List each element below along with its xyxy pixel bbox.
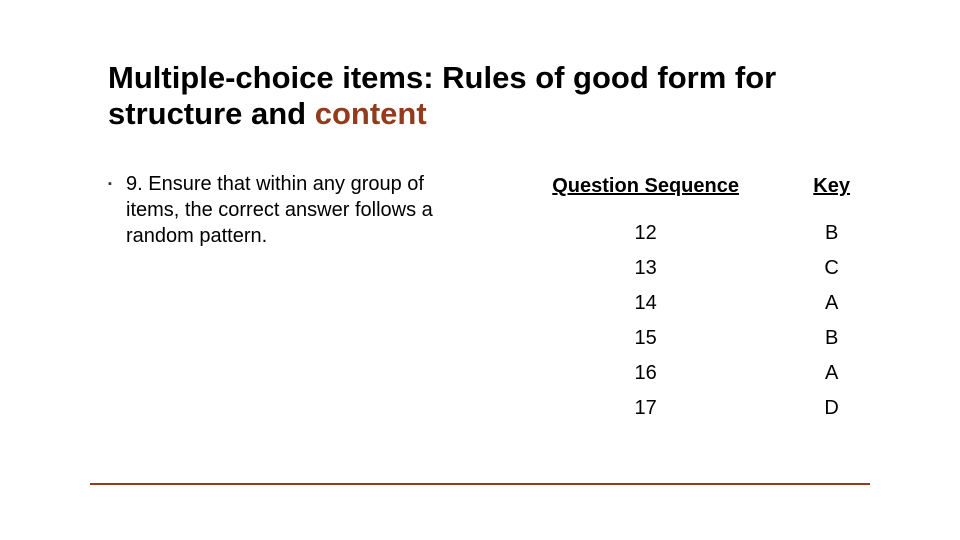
cell-q: 13 [498, 251, 793, 286]
bullet-text: 9. Ensure that within any group of items… [126, 171, 478, 249]
cell-k: B [793, 216, 870, 251]
right-column: Question Sequence Key 12 B 13 C 14 [498, 171, 870, 426]
cell-k: C [793, 251, 870, 286]
answer-key-table: Question Sequence Key 12 B 13 C 14 [498, 171, 870, 426]
title-accent-word: content [315, 96, 427, 131]
table-row: 17 D [498, 391, 870, 426]
slide: Multiple-choice items: Rules of good for… [0, 0, 960, 540]
cell-k: A [793, 286, 870, 321]
bottom-divider [90, 483, 870, 485]
cell-k: A [793, 356, 870, 391]
cell-q: 15 [498, 321, 793, 356]
bullet-item: ▪ 9. Ensure that within any group of ite… [108, 171, 478, 249]
cell-q: 12 [498, 216, 793, 251]
col-header-question-sequence: Question Sequence [498, 171, 793, 216]
table-row: 15 B [498, 321, 870, 356]
table-row: 14 A [498, 286, 870, 321]
cell-q: 17 [498, 391, 793, 426]
table-row: 12 B [498, 216, 870, 251]
slide-title: Multiple-choice items: Rules of good for… [108, 60, 870, 131]
title-line-1: Multiple-choice items: Rules of good for… [108, 60, 776, 95]
table-header-row: Question Sequence Key [498, 171, 870, 216]
title-line-2a: structure and [108, 96, 315, 131]
table-row: 16 A [498, 356, 870, 391]
cell-q: 14 [498, 286, 793, 321]
cell-k: D [793, 391, 870, 426]
left-column: ▪ 9. Ensure that within any group of ite… [108, 171, 498, 249]
table-row: 13 C [498, 251, 870, 286]
col-header-key: Key [793, 171, 870, 216]
cell-k: B [793, 321, 870, 356]
cell-q: 16 [498, 356, 793, 391]
slide-body: ▪ 9. Ensure that within any group of ite… [108, 171, 870, 426]
bullet-square-icon: ▪ [108, 171, 126, 197]
